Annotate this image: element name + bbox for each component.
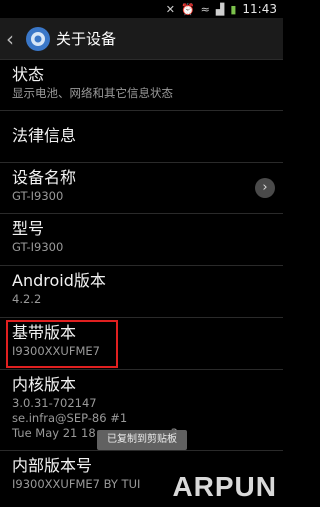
battery-icon: ▮: [230, 2, 237, 16]
status-time: 11:43: [242, 2, 277, 16]
list-item-android-version[interactable]: Android版本 4.2.2: [0, 266, 283, 318]
item-title: 法律信息: [12, 126, 77, 145]
item-title: 型号: [12, 219, 45, 238]
list-item-status[interactable]: 状态 显示电池、网络和其它信息状态: [0, 60, 283, 111]
item-title: 内核版本: [12, 375, 77, 394]
item-subtitle-line: 3.0.31-702147: [12, 396, 97, 410]
alarm-icon: ⏰: [180, 2, 195, 16]
settings-gear-icon: [26, 26, 50, 51]
watermark-logo: ARPUN: [172, 471, 277, 502]
signal-icon: ▟: [215, 2, 225, 16]
status-bar: ✕ ⏰ ≈ ▟ ▮ 11:43: [0, 0, 283, 18]
item-title: Android版本: [12, 271, 106, 290]
list-item-device-name[interactable]: 设备名称 GT-I9300 ›: [0, 163, 283, 214]
chevron-right-icon[interactable]: ›: [255, 178, 275, 198]
item-subtitle: GT-I9300: [12, 240, 64, 254]
list-item-legal[interactable]: 法律信息: [0, 111, 283, 163]
item-subtitle: GT-I9300: [12, 189, 64, 203]
item-title: 设备名称: [12, 168, 77, 187]
page-title: 关于设备: [56, 30, 117, 48]
item-subtitle: 4.2.2: [12, 292, 42, 306]
toast-message: 已复制到剪贴板: [97, 430, 187, 450]
item-title: 状态: [12, 65, 45, 84]
highlight-box: [6, 320, 118, 368]
wifi-icon: ≈: [200, 2, 210, 16]
action-bar[interactable]: ‹ 关于设备: [0, 18, 283, 60]
list-item-model[interactable]: 型号 GT-I9300: [0, 214, 283, 266]
back-icon[interactable]: ‹: [6, 27, 20, 51]
item-subtitle: 显示电池、网络和其它信息状态: [12, 86, 173, 100]
mute-icon: ✕: [165, 2, 175, 16]
item-subtitle-line: se.infra@SEP-86 #1: [12, 411, 128, 425]
